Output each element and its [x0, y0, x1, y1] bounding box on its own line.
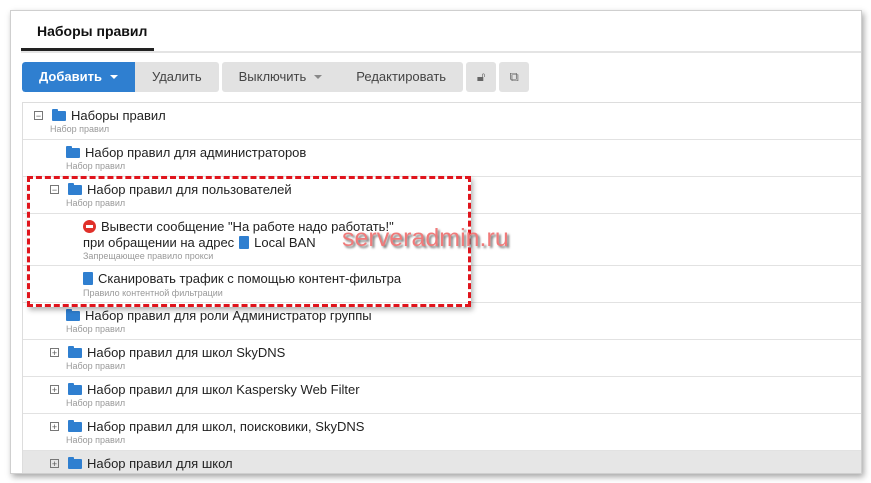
- row-subtitle: Набор правил: [66, 398, 126, 408]
- row-title: Наборы правил: [71, 108, 166, 123]
- row-title: Набор правил для школ Kaspersky Web Filt…: [87, 382, 360, 397]
- folder-icon: [68, 456, 82, 469]
- row-title: Набор правил для школ, поисковики, SkyDN…: [87, 419, 365, 434]
- tree-row[interactable]: Набор правил для роли Администратор груп…: [23, 303, 861, 340]
- expand-icon[interactable]: +: [50, 348, 59, 358]
- tree-row[interactable]: + Набор правил для школ: [23, 451, 861, 473]
- unlock-icon: 🔓︎: [476, 69, 486, 84]
- tab-rulesets[interactable]: Наборы правил: [21, 11, 154, 51]
- delete-button[interactable]: Удалить: [134, 62, 219, 92]
- copy-icon: ⧉: [509, 69, 519, 84]
- folder-icon: [52, 108, 66, 121]
- folder-icon: [68, 382, 82, 395]
- row-subtitle: Набор правил: [66, 161, 126, 171]
- row-title: Набор правил для школ: [87, 456, 233, 471]
- tree-row[interactable]: + Набор правил для школ SkyDNS Набор прав…: [23, 340, 861, 377]
- copy-button[interactable]: ⧉: [499, 62, 530, 92]
- row-title: Набор правил для школ SkyDNS: [87, 345, 286, 360]
- unlock-button[interactable]: 🔓︎: [466, 62, 497, 92]
- chevron-down-icon: [314, 75, 323, 79]
- expand-icon[interactable]: +: [50, 385, 59, 395]
- expand-icon[interactable]: +: [50, 422, 59, 432]
- row-subtitle: Набор правил: [66, 435, 126, 445]
- tree-row[interactable]: − Наборы правил Набор правил: [23, 103, 861, 140]
- tree-row[interactable]: + Набор правил для школ, поисковики, SkyD…: [23, 414, 861, 451]
- row-subtitle: Набор правил: [50, 124, 110, 134]
- add-label: Добавить: [39, 69, 102, 84]
- disable-label: Выключить: [238, 69, 307, 84]
- edit-button[interactable]: Редактировать: [339, 62, 464, 92]
- watermark: serveradmin.ru: [342, 224, 509, 252]
- row-title: Набор правил для роли Администратор груп…: [85, 308, 372, 323]
- row-subtitle: Набор правил: [66, 324, 126, 334]
- folder-icon: [68, 345, 82, 358]
- row-subtitle: Набор правил: [66, 361, 126, 371]
- collapse-icon[interactable]: −: [34, 111, 43, 121]
- chevron-down-icon: [109, 75, 118, 79]
- folder-icon: [66, 145, 80, 158]
- tab-bar: Наборы правил: [21, 11, 861, 53]
- expand-icon[interactable]: +: [50, 459, 59, 469]
- tree-row[interactable]: Набор правил для администраторов Набор п…: [23, 140, 861, 177]
- toolbar: Добавить Удалить Выключить Редактировать…: [22, 62, 532, 92]
- add-button[interactable]: Добавить: [22, 62, 135, 92]
- row-title: Набор правил для администраторов: [85, 145, 307, 160]
- disable-button[interactable]: Выключить: [221, 62, 340, 92]
- tree-row[interactable]: + Набор правил для школ Kaspersky Web Fil…: [23, 377, 861, 414]
- folder-icon: [66, 308, 80, 321]
- folder-icon: [68, 419, 82, 432]
